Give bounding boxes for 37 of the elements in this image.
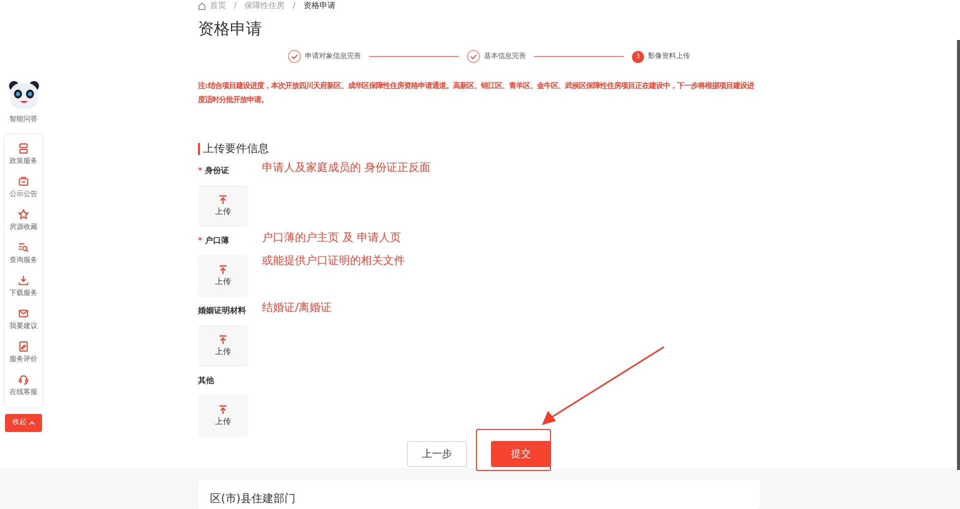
submit-button[interactable]: 提交 [491, 441, 551, 467]
previous-button[interactable]: 上一步 [407, 441, 467, 467]
required-asterisk: * [198, 236, 202, 245]
required-asterisk: * [198, 166, 202, 175]
home-icon [198, 2, 206, 10]
chevron-up-icon [28, 420, 34, 424]
form-edit-icon [18, 341, 29, 352]
page-title: 资格申请 [198, 18, 263, 40]
upload-icon [218, 194, 228, 204]
field-label: 其他 [198, 376, 214, 385]
field-label: 婚姻证明材料 [198, 306, 246, 315]
upload-icon [218, 264, 228, 274]
search-list-icon [18, 242, 29, 254]
section-heading: 上传要件信息 [198, 143, 760, 155]
headset-icon [18, 374, 29, 386]
upload-button[interactable]: 上传 [198, 395, 248, 437]
upload-button[interactable]: 上传 [198, 185, 248, 227]
star-icon [18, 209, 29, 220]
annotation-text: 户口薄的户主页 及 申请人页 [262, 231, 402, 245]
mail-icon [18, 308, 29, 320]
breadcrumb-item: 资格申请 [303, 0, 336, 12]
field-label: 身份证 [205, 166, 230, 175]
upload-button[interactable]: 上传 [198, 255, 248, 297]
upload-icon [218, 334, 228, 344]
id-card-icon [18, 176, 29, 188]
annotation-text: 申请人及家庭成员的 身份证正反面 [262, 161, 430, 175]
upload-icon [218, 404, 228, 414]
annotation-text: 或能提供户口证明的相关文件 [262, 254, 405, 268]
breadcrumb-separator: / [292, 0, 296, 12]
breadcrumb-separator: / [234, 0, 237, 12]
field-label: 户口薄 [205, 236, 230, 245]
upload-button[interactable]: 上传 [198, 325, 248, 367]
footer-card: 区(市)县住建部门 [198, 480, 760, 509]
layers-icon [18, 143, 29, 154]
panda-avatar-icon[interactable] [8, 80, 40, 110]
annotation-text: 结婚证/离婚证 [262, 301, 332, 315]
download-icon [18, 275, 29, 286]
